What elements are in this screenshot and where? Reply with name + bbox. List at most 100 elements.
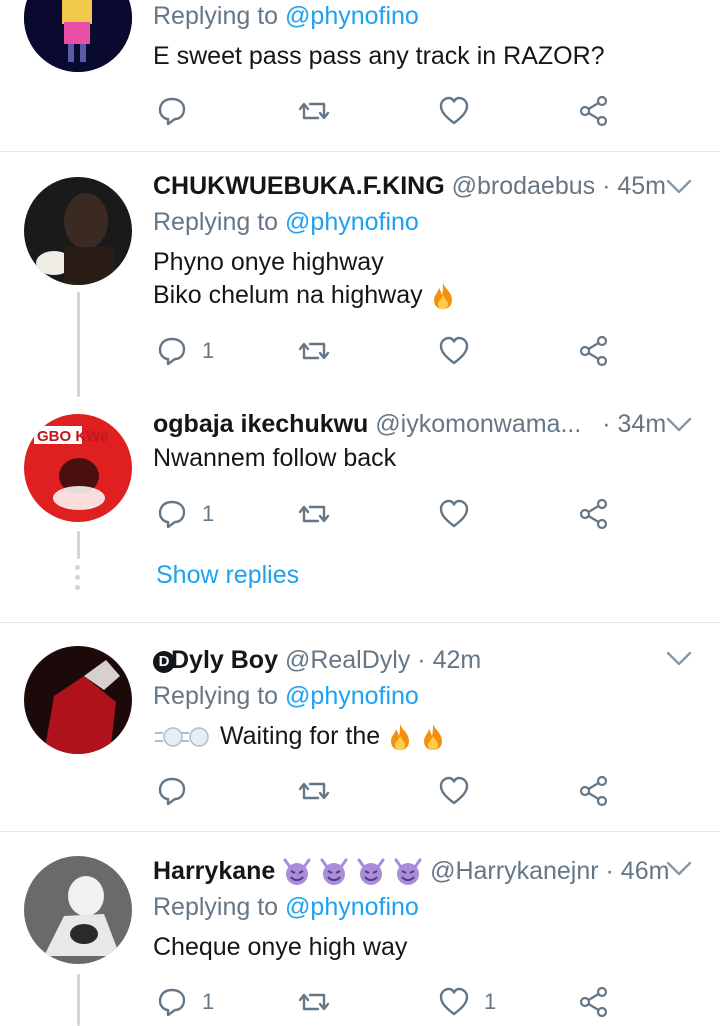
tweet-header: Harrykane @Harrykanejnr · 46m	[153, 855, 669, 887]
like-button[interactable]	[438, 494, 470, 534]
reply-button[interactable]	[156, 771, 188, 811]
devil-emoji	[320, 858, 348, 886]
divider	[0, 151, 720, 152]
replying-to-label: Replying to	[153, 2, 279, 30]
reply-count: 1	[202, 338, 215, 363]
devil-emoji-group	[282, 857, 430, 886]
retweet-button[interactable]	[298, 331, 330, 371]
display-name[interactable]: Harrykane	[153, 857, 275, 885]
tweet-text: Nwannem follow back	[153, 442, 396, 475]
tweet-text-line-with-emoji: Biko chelum na highway	[153, 279, 456, 312]
avatar[interactable]: GBO KWe	[24, 414, 132, 522]
retweet-icon	[298, 782, 330, 800]
tweet-text-line: Waiting for the	[219, 722, 381, 750]
reply-button[interactable]	[156, 91, 188, 131]
timestamp[interactable]: · 45m	[602, 172, 666, 200]
avatar[interactable]	[24, 646, 132, 754]
share-button[interactable]	[578, 331, 610, 371]
reply-button[interactable]: 1	[156, 331, 214, 371]
share-icon	[579, 775, 608, 807]
reply-button[interactable]: 1	[156, 982, 214, 1022]
handle[interactable]: @brodaebus	[452, 172, 596, 200]
like-button[interactable]	[438, 331, 470, 371]
reply-count: 1	[202, 501, 215, 526]
tweet-text-line: Biko chelum na highway	[153, 281, 423, 309]
share-icon	[579, 986, 608, 1018]
tweet-text: E sweet pass pass any track in RAZOR?	[153, 40, 605, 73]
fire-emoji	[391, 724, 410, 751]
like-button[interactable]	[438, 771, 470, 811]
reply-button[interactable]: 1	[156, 494, 214, 534]
share-icon	[579, 335, 608, 367]
retweet-button[interactable]	[298, 982, 330, 1022]
show-replies-link[interactable]: Show replies	[156, 561, 299, 590]
display-name[interactable]: CHUKWUEBUKA.F.KING	[153, 172, 445, 200]
handle[interactable]: @Harrykanejnr	[430, 857, 598, 885]
like-icon	[439, 336, 469, 365]
like-icon	[439, 776, 469, 805]
replying-to-label: Replying to	[153, 208, 279, 236]
action-bar: 1 1	[150, 982, 650, 1022]
tweet-header: ogbaja ikechukwu @iykomonwama... · 34m	[153, 408, 666, 440]
share-button[interactable]	[578, 982, 610, 1022]
tweet-header: DDyly Boy @RealDyly · 42m	[153, 644, 481, 676]
display-name[interactable]: ogbaja ikechukwu	[153, 410, 368, 438]
mention-link[interactable]: @phynofino	[285, 893, 419, 921]
timestamp[interactable]: · 34m	[602, 410, 666, 438]
thread-dots	[75, 565, 81, 595]
avatar[interactable]	[24, 177, 132, 285]
share-button[interactable]	[578, 771, 610, 811]
reply-icon	[158, 97, 186, 126]
replying-to: Replying to @phynofino	[153, 680, 419, 712]
like-count: 1	[484, 989, 497, 1014]
mention-link[interactable]: @phynofino	[285, 2, 419, 30]
divider	[0, 622, 720, 623]
tweet-text-line: Cheque onye high way	[153, 933, 408, 961]
thread-line	[77, 974, 80, 1026]
tweet-text: Waiting for the	[153, 720, 446, 753]
fire-emoji	[424, 724, 443, 751]
avatar[interactable]	[24, 0, 132, 72]
thread-line	[77, 531, 80, 559]
action-bar: 1	[150, 494, 650, 534]
handle[interactable]: @iykomonwama...	[375, 410, 581, 438]
tweet-header: CHUKWUEBUKA.F.KING @brodaebus · 45m	[153, 170, 666, 202]
chevron-down-icon[interactable]	[666, 651, 692, 667]
timestamp[interactable]: · 42m	[417, 646, 481, 674]
mention-link[interactable]: @phynofino	[285, 208, 419, 236]
reply-icon	[158, 777, 186, 806]
dash-emoji	[155, 727, 209, 748]
action-bar	[150, 91, 650, 131]
avatar-text: GBO KWe	[37, 428, 108, 445]
timestamp[interactable]: · 46m	[606, 857, 670, 885]
reply-icon	[158, 988, 186, 1017]
replying-to-label: Replying to	[153, 893, 279, 921]
retweet-button[interactable]	[298, 494, 330, 534]
retweet-button[interactable]	[298, 771, 330, 811]
like-icon	[439, 987, 469, 1016]
display-name[interactable]: Dyly Boy	[171, 646, 278, 674]
tweet-text: Cheque onye high way	[153, 931, 407, 964]
share-button[interactable]	[578, 91, 610, 131]
tweet-text: Phyno onye highway Biko chelum na highwa…	[153, 246, 456, 312]
share-icon	[579, 95, 608, 127]
retweet-button[interactable]	[298, 91, 330, 131]
fire-emoji	[433, 283, 452, 310]
handle[interactable]: @RealDyly	[285, 646, 410, 674]
like-button[interactable]: 1	[438, 982, 496, 1022]
devil-emoji	[283, 858, 311, 886]
like-icon	[439, 96, 469, 125]
tweet-text-line: Nwannem follow back	[153, 444, 397, 472]
avatar[interactable]	[24, 856, 132, 964]
retweet-icon	[298, 342, 330, 360]
replying-to: Replying to @phynofino	[153, 0, 419, 32]
share-button[interactable]	[578, 494, 610, 534]
chevron-down-icon[interactable]	[666, 861, 692, 877]
reply-icon	[158, 500, 186, 529]
chevron-down-icon[interactable]	[666, 179, 692, 195]
retweet-icon	[298, 993, 330, 1011]
share-icon	[579, 498, 608, 530]
like-button[interactable]	[438, 91, 470, 131]
mention-link[interactable]: @phynofino	[285, 682, 419, 710]
chevron-down-icon[interactable]	[666, 417, 692, 433]
